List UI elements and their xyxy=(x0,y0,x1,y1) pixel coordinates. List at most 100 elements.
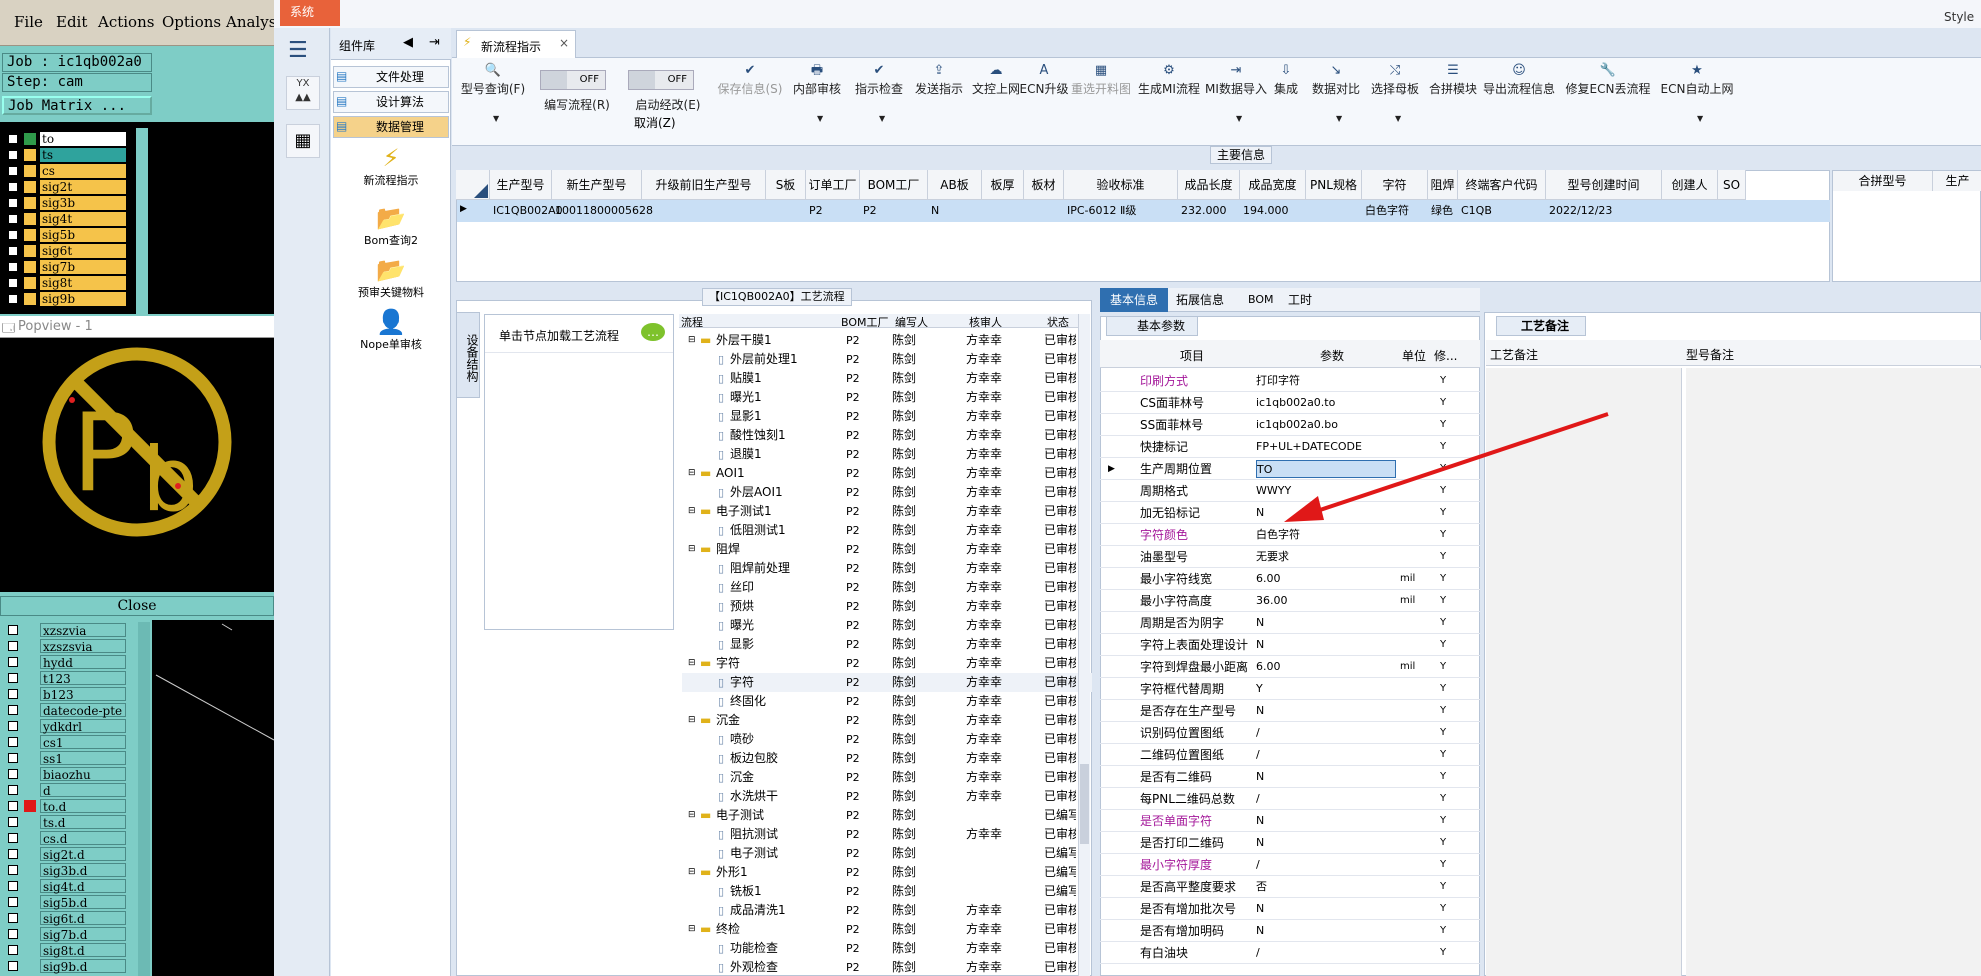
dropdown-arrow-icon[interactable]: ▼ xyxy=(879,114,885,123)
tree-row[interactable]: ▯ 显影 P2 陈剑 方幸幸 已审核 xyxy=(682,635,1092,654)
menu-actions[interactable]: Actions xyxy=(98,13,154,31)
layer-row[interactable]: sig2t xyxy=(6,179,126,195)
layer-checkbox[interactable] xyxy=(8,945,18,955)
ribbon-button[interactable]: ⇩ 集成 xyxy=(1266,62,1306,132)
param-value[interactable]: / xyxy=(1256,722,1260,744)
param-value[interactable]: N xyxy=(1256,898,1264,920)
collapse-icon[interactable]: ⊟ xyxy=(688,502,696,521)
dropdown-arrow-icon[interactable]: ▼ xyxy=(1236,114,1242,123)
layer-checkbox[interactable] xyxy=(8,641,18,651)
system-tab[interactable]: 系统 xyxy=(280,0,340,26)
grid-cell[interactable] xyxy=(1024,200,1064,222)
model-remark-area[interactable] xyxy=(1686,368,1981,976)
grid-header[interactable]: 板材 xyxy=(1024,170,1064,200)
collapse-icon[interactable]: ⊟ xyxy=(688,654,696,673)
ribbon-button[interactable]: ⤭ 选择母板 ▼ xyxy=(1366,62,1424,132)
layer-checkbox[interactable] xyxy=(8,849,18,859)
param-row[interactable]: 最小字符厚度 / Y xyxy=(1100,854,1480,876)
layer-checkbox[interactable] xyxy=(8,721,18,731)
grid-header[interactable]: 成品长度 xyxy=(1178,170,1240,200)
param-row[interactable]: 周期是否为阴字 N Y xyxy=(1100,612,1480,634)
layer-row[interactable]: sig7b xyxy=(6,259,126,275)
param-row[interactable]: 印刷方式 打印字符 Y xyxy=(1100,370,1480,392)
param-value[interactable]: Y xyxy=(1256,678,1263,700)
ribbon-button[interactable]: ★ ECN自动上网 ▼ xyxy=(1656,62,1738,132)
layer-checkbox[interactable] xyxy=(8,833,18,843)
layer-checkbox[interactable] xyxy=(8,230,18,240)
layer-row[interactable]: datecode-pte xyxy=(6,702,126,718)
tree-row[interactable]: ⊟ ▬ 电子测试 P2 陈剑 已编写 xyxy=(682,806,1092,825)
layer-row[interactable]: d xyxy=(6,782,126,798)
tree-row[interactable]: ▯ 喷砂 P2 陈剑 方幸幸 已审核 xyxy=(682,730,1092,749)
tree-row[interactable]: ▯ 曝光 P2 陈剑 方幸幸 已审核 xyxy=(682,616,1092,635)
ribbon-button[interactable]: ⇪ 发送指示 xyxy=(908,62,970,132)
tree-row[interactable]: ▯ 阻抗测试 P2 陈剑 方幸幸 已审核 xyxy=(682,825,1092,844)
tree-row[interactable]: ▯ 成品清洗1 P2 陈剑 方幸幸 已审核 xyxy=(682,901,1092,920)
style-label[interactable]: Style xyxy=(1944,10,1974,24)
param-value[interactable]: N xyxy=(1256,832,1264,854)
layer-row[interactable]: ydkdrl xyxy=(6,718,126,734)
layer-checkbox[interactable] xyxy=(8,881,18,891)
pin-icon[interactable]: ⇥ xyxy=(429,35,440,50)
param-value[interactable]: N xyxy=(1256,766,1264,788)
param-value[interactable]: 6.00 xyxy=(1256,656,1281,678)
param-value[interactable]: 36.00 xyxy=(1256,590,1288,612)
layer-row[interactable]: to.d xyxy=(6,798,126,814)
grid-cell[interactable]: 194.000 xyxy=(1240,200,1306,222)
grid-cell[interactable]: C1QB xyxy=(1458,200,1546,222)
tree-row[interactable]: ▯ 电子测试 P2 陈剑 已编写 xyxy=(682,844,1092,863)
tree-row[interactable]: ▯ 功能检查 P2 陈剑 方幸幸 已审核 xyxy=(682,939,1092,958)
tree-row[interactable]: ▯ 酸性蚀刻1 P2 陈剑 方幸幸 已审核 xyxy=(682,426,1092,445)
param-value[interactable]: / xyxy=(1256,854,1260,876)
menu-analysis[interactable]: Analysi xyxy=(226,13,281,31)
scroll-thumb[interactable] xyxy=(1080,764,1089,844)
grid-cell[interactable] xyxy=(1306,200,1362,222)
layer-row[interactable]: sig2t.d xyxy=(6,846,126,862)
layer-checkbox[interactable] xyxy=(8,913,18,923)
tree-row[interactable]: ⊟ ▬ 外形1 P2 陈剑 已编写 xyxy=(682,863,1092,882)
grid-header[interactable]: 生产型号 xyxy=(490,170,552,200)
layer-checkbox[interactable] xyxy=(8,214,18,224)
param-value[interactable]: / xyxy=(1256,744,1260,766)
layer-checkbox[interactable] xyxy=(8,705,18,715)
layer-checkbox[interactable] xyxy=(8,801,18,811)
grid-header[interactable]: 终端客户代码 xyxy=(1458,170,1546,200)
layer-checkbox[interactable] xyxy=(8,673,18,683)
param-row[interactable]: 是否有增加批次号 N Y xyxy=(1100,898,1480,920)
grid-header[interactable]: PNL规格 xyxy=(1306,170,1362,200)
ribbon-button[interactable]: ☰ 合拼模块 xyxy=(1426,62,1480,132)
grid-header[interactable]: 创建人 xyxy=(1662,170,1718,200)
layer-checkbox[interactable] xyxy=(8,166,18,176)
param-row[interactable]: 是否打印二维码 N Y xyxy=(1100,832,1480,854)
collapse-left-icon[interactable]: ◀ xyxy=(403,35,413,50)
grid-cell[interactable] xyxy=(1718,200,1746,222)
tree-row[interactable]: ⊟ ▬ 电子测试1 P2 陈剑 方幸幸 已审核 xyxy=(682,502,1092,521)
collapse-icon[interactable]: ⊟ xyxy=(688,863,696,882)
tab-bom[interactable]: BOM xyxy=(1248,288,1274,312)
grid-cell[interactable]: 白色字符 xyxy=(1362,200,1428,222)
calculator-icon[interactable]: ▦ xyxy=(286,124,320,158)
layer-row[interactable]: sig8t xyxy=(6,275,126,291)
tab-new-flow[interactable]: ⚡ 新流程指示 × xyxy=(456,30,576,58)
ribbon-button[interactable]: ✔ 指示检查 ▼ xyxy=(846,62,912,132)
ribbon-button[interactable]: 启动经改(E) xyxy=(620,96,716,112)
layer-checkbox[interactable] xyxy=(8,150,18,160)
tree-row[interactable]: ▯ 丝印 P2 陈剑 方幸幸 已审核 xyxy=(682,578,1092,597)
param-row[interactable]: 二维码位置图纸 / Y xyxy=(1100,744,1480,766)
layer-checkbox[interactable] xyxy=(8,625,18,635)
param-value[interactable]: 无要求 xyxy=(1256,546,1289,568)
menu-file[interactable]: File xyxy=(14,13,43,31)
grid-cell[interactable]: IC1QB002A0 xyxy=(490,200,563,222)
menu-options[interactable]: Options xyxy=(162,13,221,31)
tree-row[interactable]: ▯ 外观检查 P2 陈剑 方幸幸 已审核 xyxy=(682,958,1092,976)
grid-header[interactable]: AB板 xyxy=(928,170,982,200)
grid-cell[interactable]: N xyxy=(928,200,982,222)
grid-cell[interactable]: 2022/12/23 xyxy=(1546,200,1662,222)
param-row[interactable]: 有白油块 / Y xyxy=(1100,942,1480,964)
layer-checkbox[interactable] xyxy=(8,246,18,256)
grid-header[interactable]: 字符 xyxy=(1362,170,1428,200)
tree-row[interactable]: ▯ 预烘 P2 陈剑 方幸幸 已审核 xyxy=(682,597,1092,616)
ribbon-button[interactable]: ✔ 保存信息(S) xyxy=(712,62,788,132)
tree-row[interactable]: ▯ 终固化 P2 陈剑 方幸幸 已审核 xyxy=(682,692,1092,711)
tree-row[interactable]: ⊟ ▬ 终检 P2 陈剑 方幸幸 已审核 xyxy=(682,920,1092,939)
